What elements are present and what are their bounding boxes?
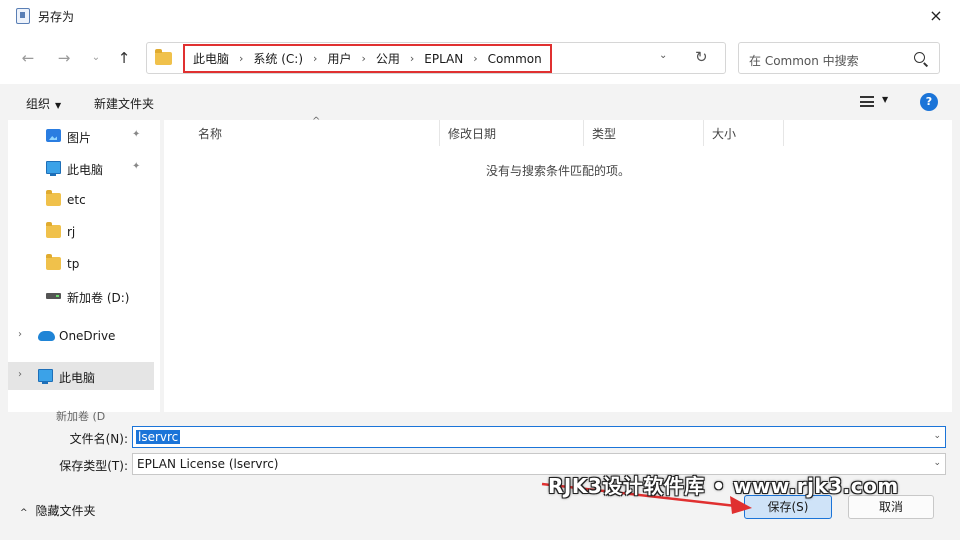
caret-down-icon: ▼ [55,101,62,110]
filename-label: 文件名(N): [69,432,128,446]
caret-down-icon[interactable]: ▼ [882,95,888,104]
sidebar-item-onedrive[interactable]: › OneDrive [8,322,154,350]
sidebar-item-label: tp [67,257,80,271]
help-icon[interactable]: ? [920,93,938,111]
search-icon[interactable] [914,52,925,63]
filename-input[interactable]: lservrc ⌄ [132,426,946,448]
search-placeholder: 在 Common 中搜索 [749,54,859,68]
command-toolbar: 组织 ▼ 新建文件夹 ▼ ? [0,84,960,120]
watermark-text: RJK3设计软件库 • www.rjk3.com [548,474,899,498]
chevron-right-icon[interactable]: › [18,329,22,340]
sort-ascending-icon: ^ [312,116,321,127]
breadcrumb-separator-icon[interactable]: › [361,52,365,65]
breadcrumb-eplan[interactable]: EPLAN [424,52,463,66]
sidebar-item-label: 此电脑 [59,371,96,385]
organize-button[interactable]: 组织 ▼ [26,95,61,112]
breadcrumb-separator-icon[interactable]: › [239,52,243,65]
folder-icon [46,222,61,238]
pin-icon: ✦ [132,129,141,140]
computer-icon [46,161,61,176]
sidebar-item-label: OneDrive [59,329,116,343]
sidebar-item-this-pc[interactable]: › 此电脑 [8,362,154,390]
breadcrumb-separator-icon[interactable]: › [410,52,414,65]
breadcrumb-system-c[interactable]: 系统 (C:) [253,50,303,67]
title-bar: 另存为 × [0,0,960,32]
hide-folders-toggle[interactable]: ^ 隐藏文件夹 [20,502,96,519]
file-list[interactable]: 名称 ^ 修改日期 类型 大小 没有与搜索条件匹配的项。 [164,116,952,412]
folder-icon [155,49,172,65]
breadcrumb: 此电脑 › 系统 (C:) › 用户 › 公用 › EPLAN › Common [183,44,552,73]
recent-locations-chevron-icon[interactable]: ⌄ [84,46,108,70]
sidebar-item-etc[interactable]: etc [8,186,154,214]
filename-value: lservrc [136,430,181,444]
up-arrow-icon[interactable]: ↑ [112,46,136,70]
chevron-down-icon[interactable]: ⌄ [933,431,941,441]
sidebar-item-label: rj [67,225,76,239]
breadcrumb-separator-icon[interactable]: › [473,52,477,65]
drive-icon [46,293,61,299]
sidebar-item-label: 图片 [67,131,92,145]
organize-label: 组织 [26,97,51,111]
sidebar-item-cutoff-label: 新加卷 (D [56,410,106,423]
pin-icon: ✦ [132,161,141,172]
search-input[interactable]: 在 Common 中搜索 [738,42,940,74]
column-header-size[interactable]: 大小 [704,120,784,146]
column-header-type[interactable]: 类型 [584,120,704,146]
filetype-value: EPLAN License (lservrc) [137,457,279,471]
view-options-icon[interactable] [860,96,874,107]
computer-icon [38,369,53,384]
navigation-bar: ← → ⌄ ↑ 此电脑 › 系统 (C:) › 用户 › 公用 › EPLAN … [0,32,960,84]
breadcrumb-separator-icon[interactable]: › [313,52,317,65]
sidebar-item-label: 此电脑 [67,163,104,177]
sidebar-item-new-volume-d[interactable]: 新加卷 (D:) [8,282,154,310]
window-title: 另存为 [38,10,75,24]
chevron-up-icon: ^ [20,508,28,518]
column-header-date-modified[interactable]: 修改日期 [440,120,584,146]
address-history-chevron-icon[interactable]: ⌄ [659,50,667,61]
forward-arrow-icon[interactable]: → [52,46,76,70]
sidebar-item-tp[interactable]: tp [8,250,154,278]
address-bar[interactable]: 此电脑 › 系统 (C:) › 用户 › 公用 › EPLAN › Common… [146,42,726,74]
navigation-pane[interactable]: 图片 ✦ 此电脑 ✦ etc rj tp 新加卷 (D:) › OneDrive [8,120,160,412]
refresh-icon[interactable]: ↻ [695,48,708,66]
sidebar-item-label: 新加卷 (D:) [67,291,130,305]
breadcrumb-this-pc[interactable]: 此电脑 [193,50,229,67]
new-folder-button[interactable]: 新建文件夹 [94,95,154,112]
save-as-dialog: 另存为 × ← → ⌄ ↑ 此电脑 › 系统 (C:) › 用户 › 公用 › … [0,0,960,540]
pictures-icon [46,129,61,142]
sidebar-item-label: etc [67,193,86,207]
breadcrumb-common[interactable]: Common [488,52,542,66]
hide-folders-label: 隐藏文件夹 [35,504,96,518]
folder-icon [46,254,61,270]
chevron-down-icon[interactable]: ⌄ [933,458,941,468]
folder-icon [46,190,61,206]
cloud-icon [38,331,55,341]
close-icon[interactable]: × [924,4,948,28]
chevron-right-icon[interactable]: › [18,369,22,380]
filetype-label: 保存类型(T): [59,459,128,473]
column-header-name[interactable]: 名称 ^ [190,116,440,146]
sidebar-item-this-pc-pinned[interactable]: 此电脑 ✦ [8,154,154,182]
empty-list-message: 没有与搜索条件匹配的项。 [485,164,630,178]
sidebar-item-pictures[interactable]: 图片 ✦ [8,122,154,150]
breadcrumb-users[interactable]: 用户 [327,50,351,67]
document-icon [16,8,30,24]
breadcrumb-public[interactable]: 公用 [376,50,400,67]
back-arrow-icon[interactable]: ← [16,46,40,70]
sidebar-item-rj[interactable]: rj [8,218,154,246]
column-label: 名称 [198,127,223,141]
